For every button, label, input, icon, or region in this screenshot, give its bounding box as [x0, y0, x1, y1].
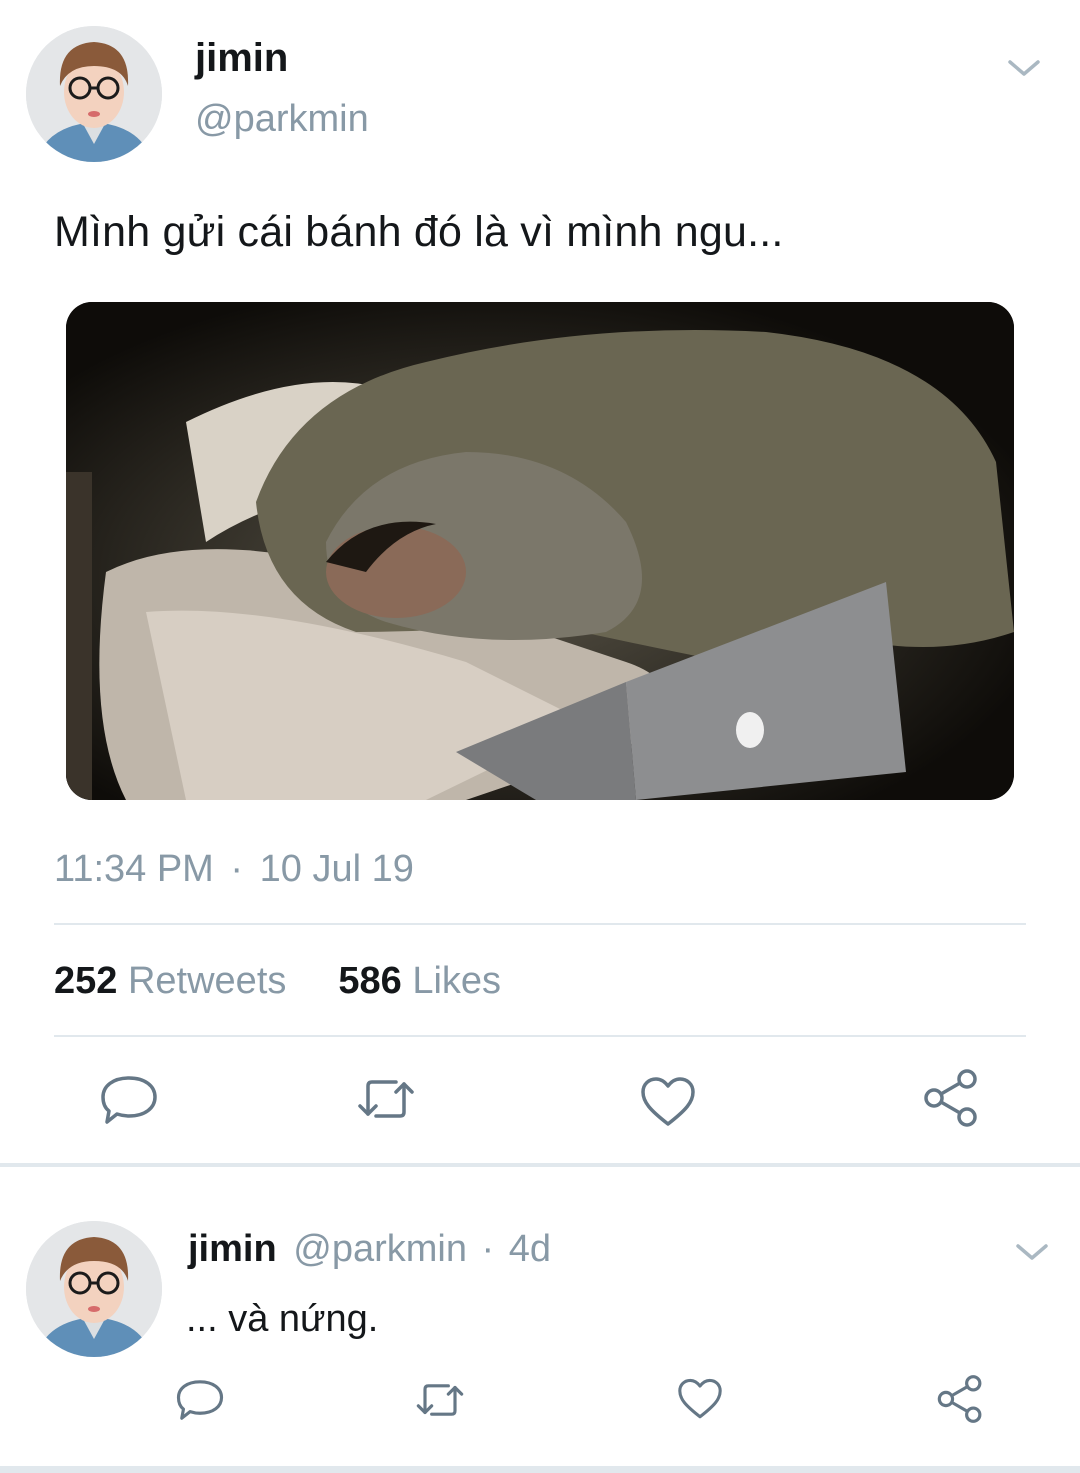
- separator-dot: ·: [230, 848, 244, 890]
- tweet-stats: 252 Retweets 586 Likes: [54, 960, 501, 1003]
- reply-icon[interactable]: [176, 1378, 224, 1422]
- retweets-stat[interactable]: 252 Retweets: [54, 960, 286, 1002]
- reply-text: ... và nứng.: [186, 1298, 379, 1340]
- reply-header: jimin @parkmin · 4d: [188, 1228, 551, 1271]
- chevron-down-icon[interactable]: [1006, 56, 1042, 85]
- separator-dot: ·: [481, 1228, 495, 1270]
- likes-label: Likes: [412, 960, 502, 1002]
- divider: [54, 923, 1026, 925]
- divider: [54, 1035, 1026, 1037]
- tweet-time: 11:34 PM: [54, 848, 214, 890]
- tweet-text: Mình gửi cái bánh đó là vì mình ngu...: [54, 208, 784, 256]
- author-name[interactable]: jimin: [195, 36, 288, 81]
- bottom-separator: [0, 1466, 1080, 1473]
- tweet-date: 10 Jul 19: [259, 848, 414, 890]
- section-separator: [0, 1163, 1080, 1167]
- likes-stat[interactable]: 586 Likes: [338, 960, 501, 1002]
- retweets-count: 252: [54, 960, 118, 1002]
- reply-author-handle[interactable]: @parkmin: [293, 1228, 467, 1270]
- author-handle[interactable]: @parkmin: [195, 98, 369, 141]
- tweet-timestamp[interactable]: 11:34 PM · 10 Jul 19: [54, 848, 414, 891]
- reply-icon[interactable]: [100, 1074, 158, 1126]
- tweet-image[interactable]: [66, 302, 1014, 800]
- retweets-label: Retweets: [127, 960, 287, 1002]
- share-icon[interactable]: [922, 1068, 980, 1128]
- likes-count: 586: [338, 960, 402, 1002]
- retweet-icon[interactable]: [415, 1380, 465, 1420]
- reply-age[interactable]: 4d: [509, 1228, 551, 1270]
- retweet-icon[interactable]: [356, 1076, 416, 1122]
- reply-author-name[interactable]: jimin: [188, 1228, 277, 1270]
- heart-icon[interactable]: [677, 1378, 723, 1420]
- share-icon[interactable]: [936, 1374, 984, 1424]
- chevron-down-icon[interactable]: [1014, 1240, 1050, 1269]
- heart-icon[interactable]: [640, 1076, 696, 1128]
- reply-author-avatar[interactable]: [26, 1221, 162, 1357]
- author-avatar[interactable]: [26, 26, 162, 162]
